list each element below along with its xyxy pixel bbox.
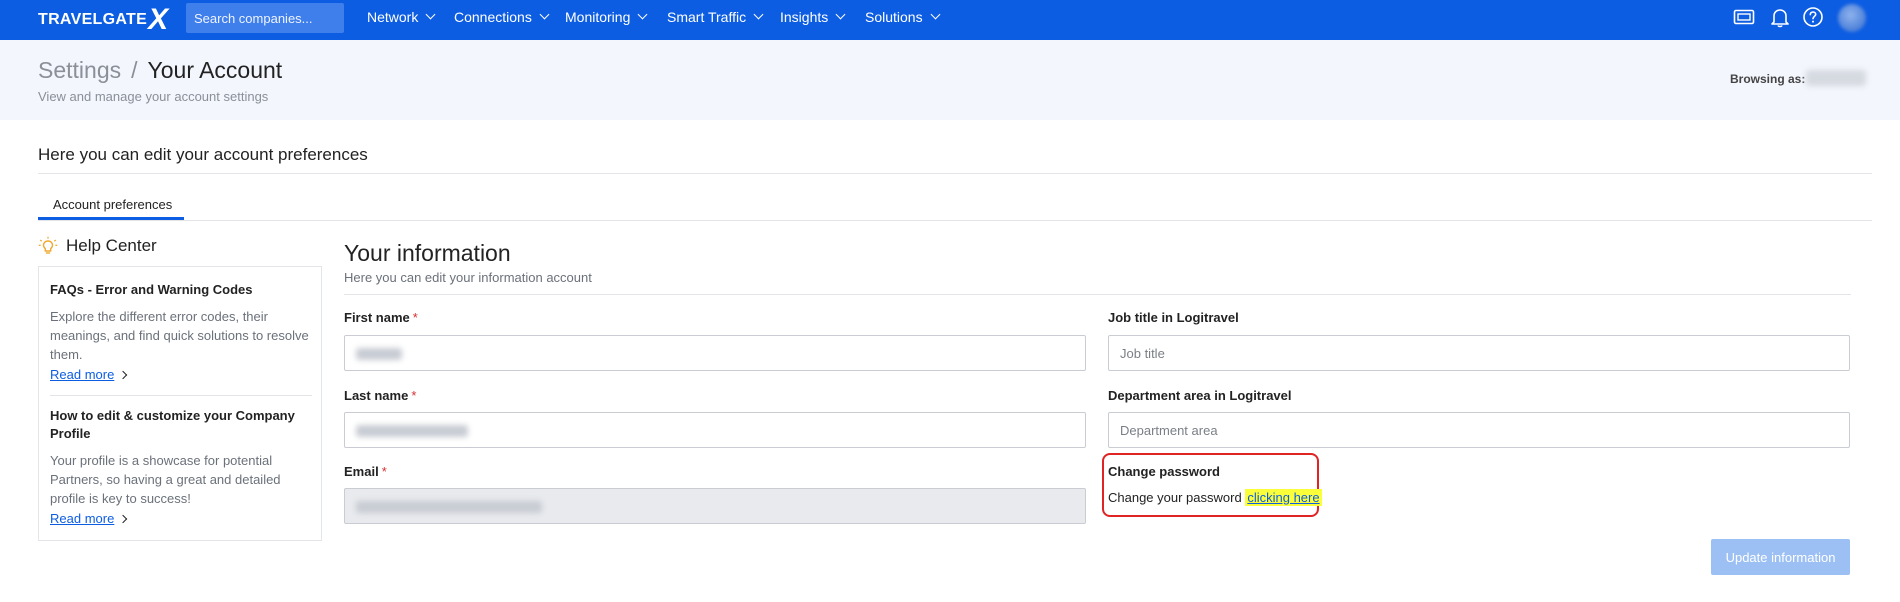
read-more-link[interactable]: Read more (50, 367, 128, 382)
page-title: Your Account (147, 57, 283, 83)
divider (38, 220, 1872, 221)
required-mark: * (411, 388, 417, 403)
email-label-text: Email (344, 464, 379, 479)
nav-monitoring[interactable]: Monitoring (565, 0, 648, 33)
last-name-label-text: Last name (344, 388, 409, 403)
nav-smart-traffic[interactable]: Smart Traffic (667, 0, 764, 33)
lightbulb-icon (38, 236, 58, 254)
read-more-label: Read more (50, 511, 115, 526)
help-article: FAQs - Error and Warning Codes Explore t… (50, 281, 314, 382)
breadcrumb-settings[interactable]: Settings (38, 57, 121, 84)
last-name-value-redacted (356, 425, 468, 437)
logo[interactable]: TRAVELGATE X (38, 3, 169, 36)
nav-label: Smart Traffic (667, 8, 747, 25)
chevron-down-icon (539, 9, 550, 20)
chevron-down-icon (425, 9, 436, 20)
help-center-heading: Help Center (38, 236, 157, 256)
first-name-field[interactable] (344, 335, 1086, 371)
last-name-label: Last name * (344, 388, 416, 403)
bell-icon[interactable] (1769, 6, 1791, 28)
tab-account-preferences[interactable]: Account preferences (38, 190, 184, 220)
nav-label: Insights (780, 8, 829, 25)
chevron-right-icon (119, 370, 128, 379)
logo-text: TRAVELGATE (38, 11, 148, 28)
help-icon[interactable] (1802, 6, 1824, 28)
divider (344, 294, 1851, 295)
update-information-button[interactable]: Update information (1711, 539, 1850, 575)
first-name-value-redacted (356, 348, 402, 360)
nav-insights[interactable]: Insights (780, 0, 846, 33)
department-field[interactable] (1108, 412, 1850, 448)
chevron-down-icon (753, 9, 764, 20)
read-more-label: Read more (50, 367, 115, 382)
chevron-right-icon (119, 514, 128, 523)
job-title-label: Job title in Logitravel (1108, 310, 1239, 325)
change-password-highlight-box (1102, 453, 1319, 517)
help-center-title: Help Center (66, 236, 157, 255)
read-more-link[interactable]: Read more (50, 511, 128, 526)
chevron-down-icon (637, 9, 648, 20)
help-center-card: FAQs - Error and Warning Codes Explore t… (38, 266, 322, 541)
required-mark: * (381, 464, 387, 479)
help-article: How to edit & customize your Company Pro… (50, 407, 314, 526)
nav-label: Solutions (865, 8, 923, 25)
first-name-label-text: First name (344, 310, 410, 325)
nav-connections[interactable]: Connections (454, 0, 550, 33)
form-subtitle: Here you can edit your information accou… (344, 270, 592, 285)
search-input[interactable] (186, 3, 344, 33)
divider (38, 173, 1872, 174)
top-nav-bar: TRAVELGATEX Network Connections Monitori… (0, 0, 1900, 40)
help-article-description: Explore the different error codes, their… (50, 309, 309, 362)
browsing-as-value-redacted (1806, 70, 1866, 86)
change-password-label: Change password (1108, 464, 1220, 479)
breadcrumb: Settings / Your Account (38, 57, 282, 84)
help-article-title: How to edit & customize your Company Pro… (50, 408, 295, 441)
nav-network[interactable]: Network (367, 0, 436, 33)
browsing-as-label: Browsing as: (1730, 72, 1806, 86)
nav-label: Network (367, 8, 419, 25)
nav-solutions[interactable]: Solutions (865, 0, 941, 33)
divider (50, 395, 312, 396)
email-label: Email * (344, 464, 387, 479)
department-label: Department area in Logitravel (1108, 388, 1292, 403)
chevron-down-icon (930, 9, 941, 20)
logo-x: X (148, 3, 169, 36)
nav-label: Connections (454, 8, 532, 25)
chevron-down-icon (835, 9, 846, 20)
help-article-description: Your profile is a showcase for potential… (50, 453, 281, 506)
help-article-title: FAQs - Error and Warning Codes (50, 282, 253, 297)
page-subtitle: View and manage your account settings (38, 89, 269, 104)
required-mark: * (412, 310, 418, 325)
avatar[interactable] (1838, 4, 1866, 32)
change-password-link[interactable]: clicking here (1245, 489, 1322, 506)
email-value-redacted (356, 501, 542, 513)
form-title: Your information (344, 240, 511, 266)
job-title-field[interactable] (1108, 335, 1850, 371)
card-icon[interactable] (1733, 6, 1755, 28)
nav-label: Monitoring (565, 8, 631, 25)
change-password-text: Change your password clicking here (1108, 489, 1322, 506)
change-password-prompt: Change your password (1108, 490, 1242, 505)
preferences-heading: Here you can edit your account preferenc… (38, 145, 368, 164)
page-header: Settings / Your Account View and manage … (0, 40, 1900, 120)
breadcrumb-separator: / (131, 57, 138, 83)
first-name-label: First name * (344, 310, 418, 325)
